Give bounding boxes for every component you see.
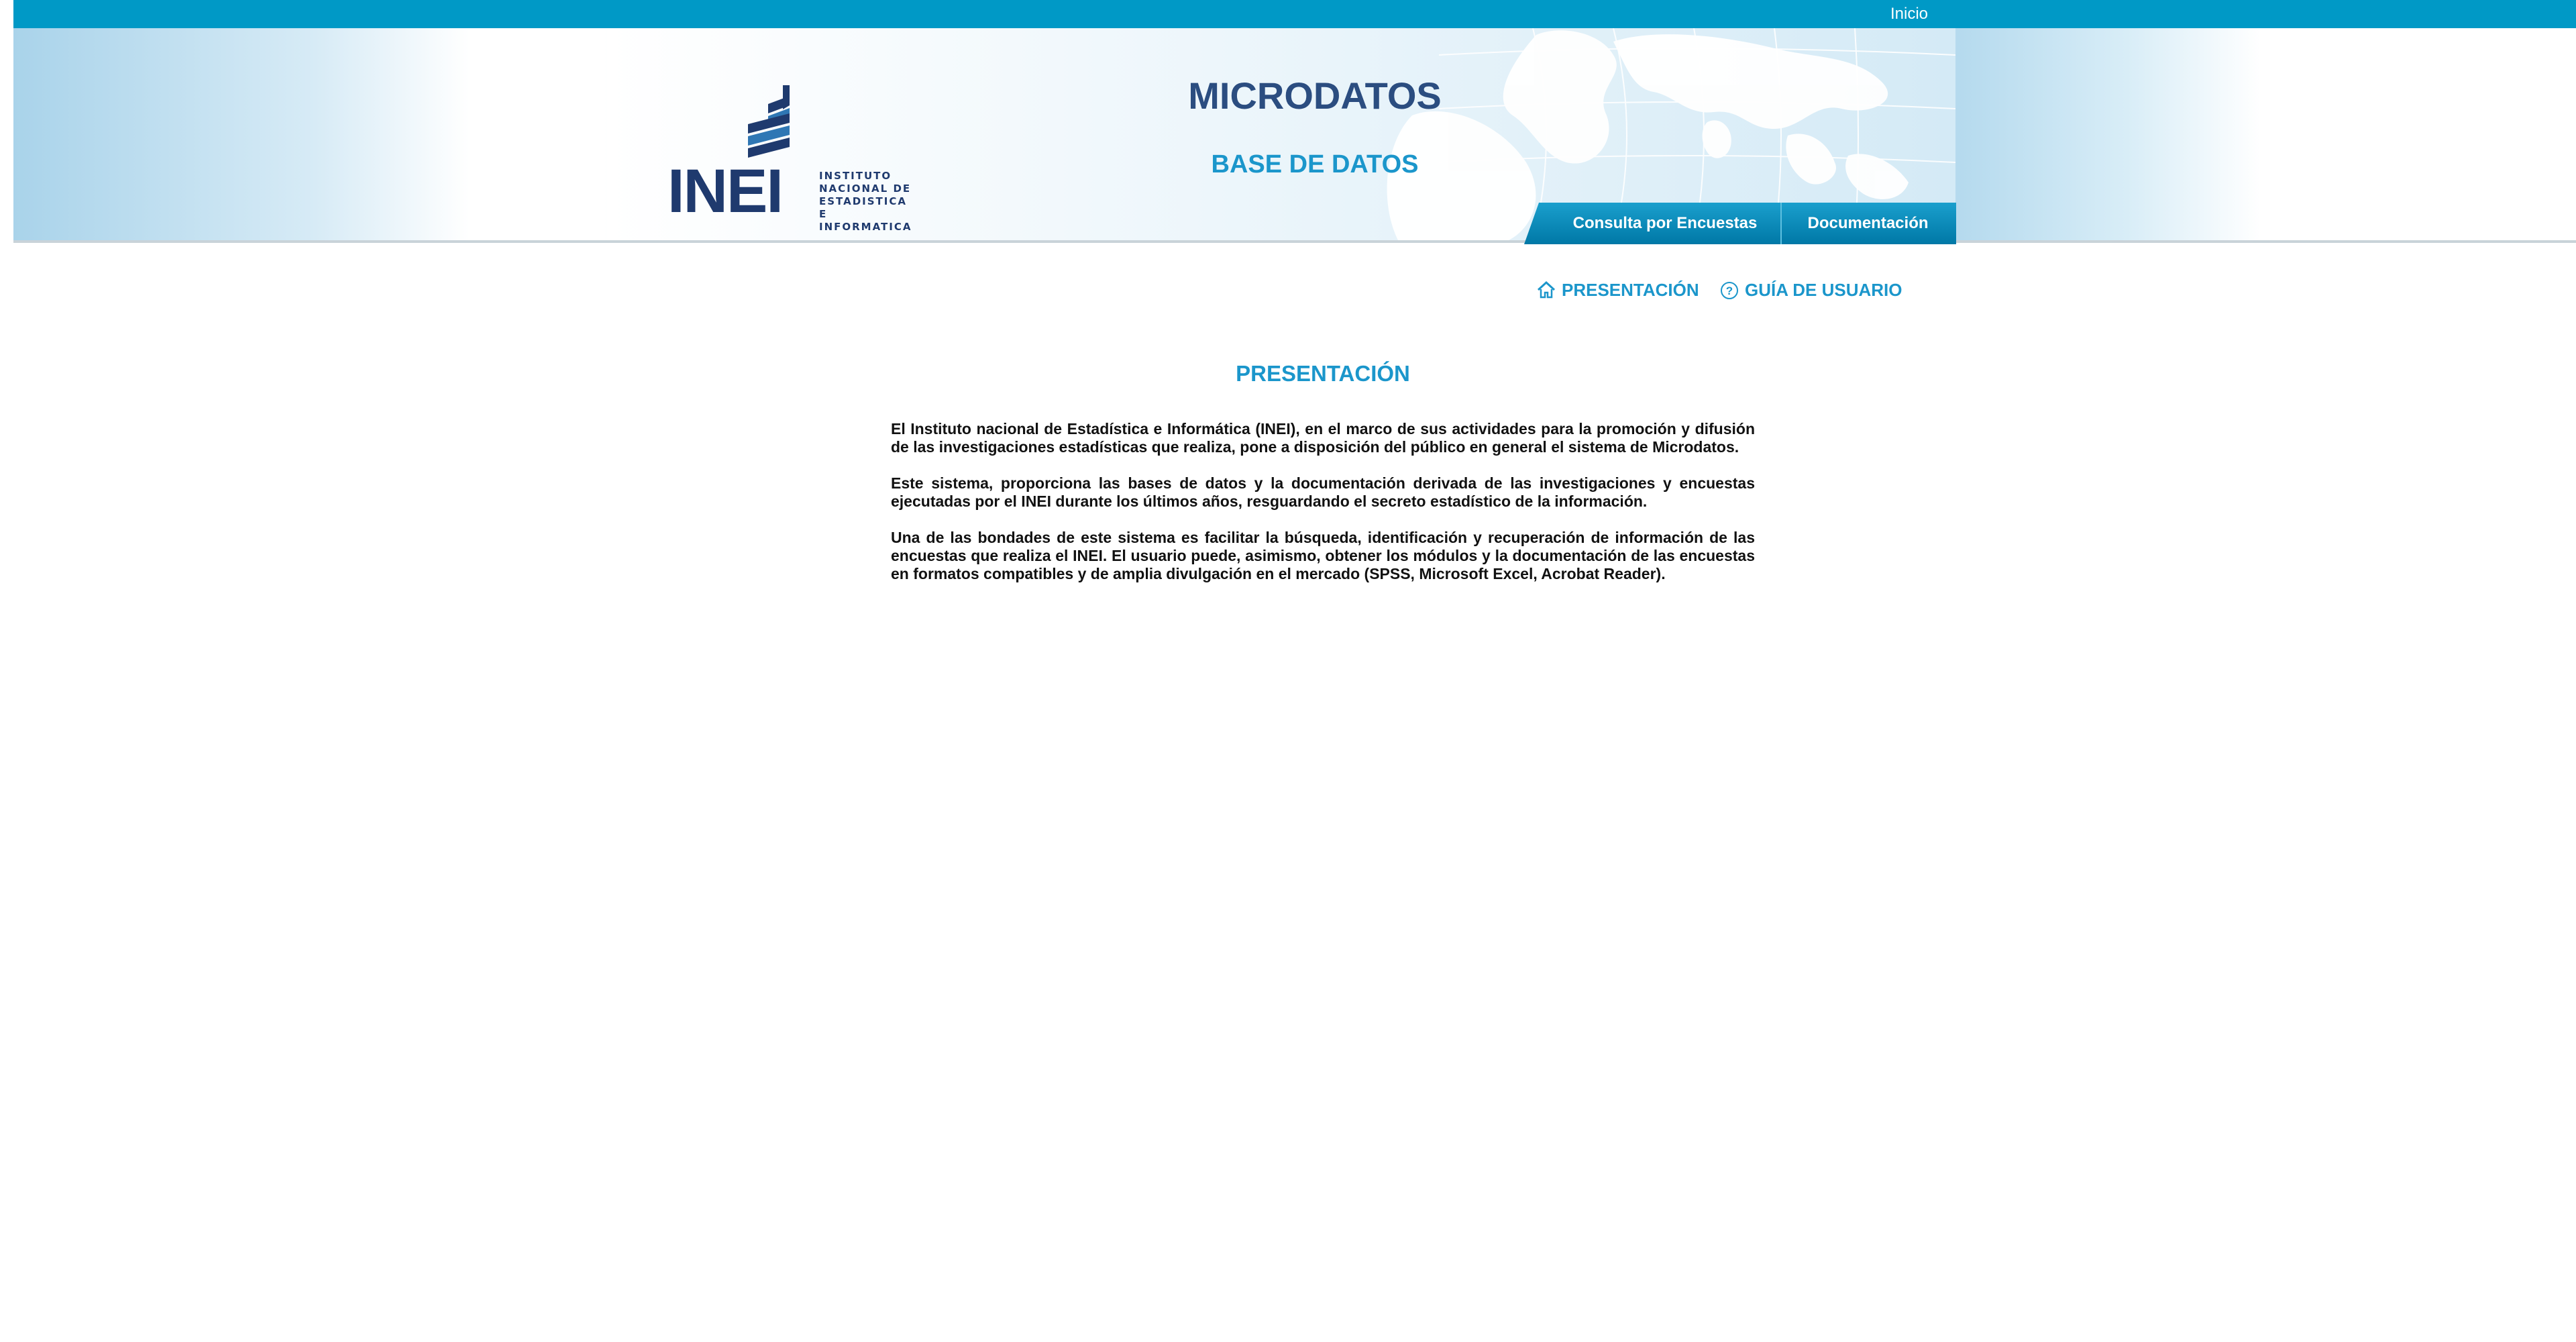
paragraph: Este sistema, proporciona las bases de d… — [891, 474, 1755, 510]
presentation-content: El Instituto nacional de Estadística e I… — [891, 420, 1755, 601]
tab-documentacion[interactable]: Documentación — [1782, 203, 1953, 244]
logo-subtitle-line: ESTADISTICA E — [819, 195, 907, 220]
top-bar: Inicio — [13, 0, 2576, 28]
home-icon — [1537, 280, 1556, 299]
logo-wordmark: INEI — [667, 157, 784, 225]
page-title: PRESENTACIÓN — [1236, 361, 1410, 386]
svg-text:?: ? — [1726, 285, 1733, 297]
help-circle-icon: ? — [1721, 282, 1738, 299]
presentacion-link[interactable]: PRESENTACIÓN — [1536, 276, 1699, 303]
paragraph: El Instituto nacional de Estadística e I… — [891, 420, 1755, 456]
logo-bars-icon — [748, 85, 790, 158]
logo-subtitle-line: NACIONAL DE — [819, 183, 912, 195]
tab-consulta-por-encuestas[interactable]: Consulta por Encuestas — [1551, 203, 1779, 244]
logo-subtitle: INSTITUTO NACIONAL DE ESTADISTICA E INFO… — [819, 170, 912, 234]
main-tabs: Consulta por Encuestas Documentación — [1524, 203, 1956, 244]
logo-subtitle-line: INFORMATICA — [819, 221, 912, 233]
header-divider — [13, 240, 2576, 243]
paragraph: Una de las bondades de este sistema es f… — [891, 529, 1755, 582]
inicio-link[interactable]: Inicio — [1890, 3, 1928, 25]
site-subtitle: BASE DE DATOS — [1211, 150, 1419, 178]
guia-label: GUÍA DE USUARIO — [1745, 280, 1902, 300]
presentacion-label: PRESENTACIÓN — [1562, 280, 1699, 300]
header-banner: INEI INSTITUTO NACIONAL DE ESTADISTICA E… — [13, 28, 2576, 242]
logo-subtitle-line: INSTITUTO — [819, 170, 892, 182]
site-title: MICRODATOS — [1188, 74, 1442, 117]
guia-de-usuario-link[interactable]: ? GUÍA DE USUARIO — [1719, 276, 1907, 303]
